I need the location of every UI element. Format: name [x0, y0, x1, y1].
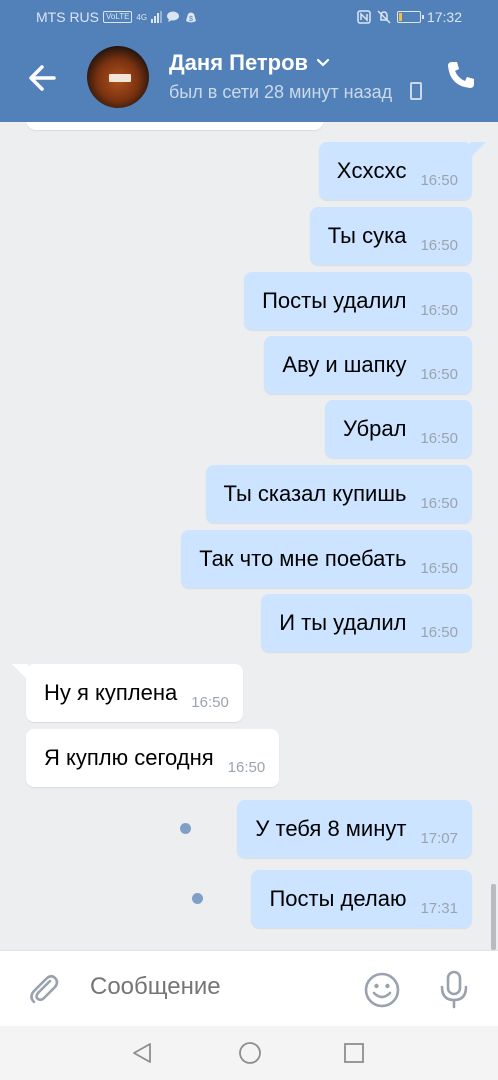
- chat-header: MTS RUS VoLTE 4G $ 17:32 Даня Петров был…: [0, 0, 498, 122]
- message-text: Посты делаю: [269, 886, 407, 911]
- message-input[interactable]: [90, 973, 340, 1001]
- message-icon: [167, 11, 180, 22]
- message-bubble-outgoing[interactable]: Аву и шапку 16:50: [264, 336, 472, 394]
- back-arrow-icon[interactable]: [24, 58, 64, 98]
- message-time: 16:50: [191, 693, 229, 711]
- avatar[interactable]: [87, 46, 149, 108]
- status-time: 17:32: [426, 9, 462, 25]
- battery-icon: [396, 11, 424, 23]
- nav-home-icon[interactable]: [238, 1041, 262, 1065]
- money-icon: $: [186, 12, 197, 23]
- message-time: 16:50: [420, 236, 458, 254]
- scrollbar[interactable]: [491, 884, 496, 950]
- emoji-smile-icon[interactable]: [363, 971, 401, 1009]
- svg-text:$: $: [189, 16, 193, 23]
- message-bubble-outgoing[interactable]: У тебя 8 минут 17:07: [237, 800, 472, 858]
- unread-indicator-dot: [192, 893, 203, 904]
- message-time: 16:50: [420, 301, 458, 319]
- message-text: Аву и шапку: [282, 352, 407, 377]
- message-list[interactable]: Xcxcxc 16:50 Ты сука 16:50 Посты удалил …: [0, 122, 498, 950]
- message-bubble-outgoing[interactable]: Ты сказал купишь 16:50: [205, 465, 472, 523]
- message-time: 16:50: [227, 758, 266, 776]
- message-bubble-outgoing[interactable]: Xcxcxc 16:50: [318, 142, 472, 200]
- message-time: 16:50: [420, 171, 458, 189]
- message-time: 16:50: [420, 365, 458, 383]
- message-bubble-incoming[interactable]: Ну я куплена 16:50: [26, 664, 243, 722]
- system-navigation-bar: [0, 1026, 498, 1080]
- signal-icon: [151, 11, 163, 23]
- message-text: Ты сказал купишь: [223, 481, 407, 506]
- message-time: 16:50: [420, 623, 458, 641]
- nav-recents-icon[interactable]: [344, 1043, 364, 1063]
- network-type-label: 4G: [136, 12, 148, 22]
- phone-call-icon[interactable]: [444, 58, 478, 92]
- chevron-down-icon: [316, 58, 330, 67]
- nfc-icon: [357, 10, 371, 24]
- message-text: У тебя 8 минут: [255, 816, 407, 841]
- status-bar: MTS RUS VoLTE 4G $ 17:32: [0, 0, 498, 34]
- microphone-icon[interactable]: [436, 969, 472, 1009]
- message-time: 16:50: [420, 429, 458, 447]
- message-text: Убрал: [343, 416, 407, 441]
- bubble-tail: [470, 142, 486, 158]
- message-text: Так что мне поебать: [199, 546, 407, 571]
- mute-icon: [377, 10, 391, 24]
- message-text: Посты удалил: [262, 288, 407, 313]
- message-bubble-outgoing[interactable]: Посты делаю 17:31: [251, 870, 472, 928]
- nav-back-icon[interactable]: [130, 1041, 154, 1065]
- message-text: Xcxcxc: [336, 158, 407, 183]
- volte-icon: VoLTE: [103, 11, 133, 23]
- message-time: 16:50: [420, 559, 458, 577]
- bubble-tail: [12, 664, 28, 680]
- message-text: Я куплю сегодня: [44, 745, 214, 770]
- message-bubble-outgoing[interactable]: Посты удалил 16:50: [244, 272, 472, 330]
- message-bubble-outgoing[interactable]: И ты удалил 16:50: [261, 594, 472, 652]
- message-text: Ну я куплена: [44, 680, 178, 705]
- message-time: 16:50: [420, 494, 458, 512]
- contact-name: Даня Петров: [169, 50, 309, 75]
- contact-name-row[interactable]: Даня Петров: [169, 50, 330, 76]
- message-bubble-outgoing[interactable]: Убрал 16:50: [325, 400, 472, 458]
- message-text: И ты удалил: [279, 610, 407, 635]
- paperclip-icon[interactable]: [26, 971, 62, 1007]
- message-bubble-outgoing[interactable]: Ты сука 16:50: [309, 207, 472, 265]
- previous-message-bubble: [26, 122, 324, 130]
- message-bubble-incoming[interactable]: Я куплю сегодня 16:50: [26, 729, 280, 787]
- mobile-device-icon: [410, 82, 422, 100]
- message-time: 17:31: [420, 899, 458, 917]
- message-bubble-outgoing[interactable]: Так что мне поебать 16:50: [181, 530, 472, 588]
- last-seen-status: был в сети 28 минут назад: [169, 82, 393, 102]
- carrier-label: MTS RUS: [36, 9, 99, 25]
- message-text: Ты сука: [327, 223, 407, 248]
- unread-indicator-dot: [180, 823, 191, 834]
- message-composer: [0, 950, 498, 1026]
- message-time: 17:07: [420, 829, 458, 847]
